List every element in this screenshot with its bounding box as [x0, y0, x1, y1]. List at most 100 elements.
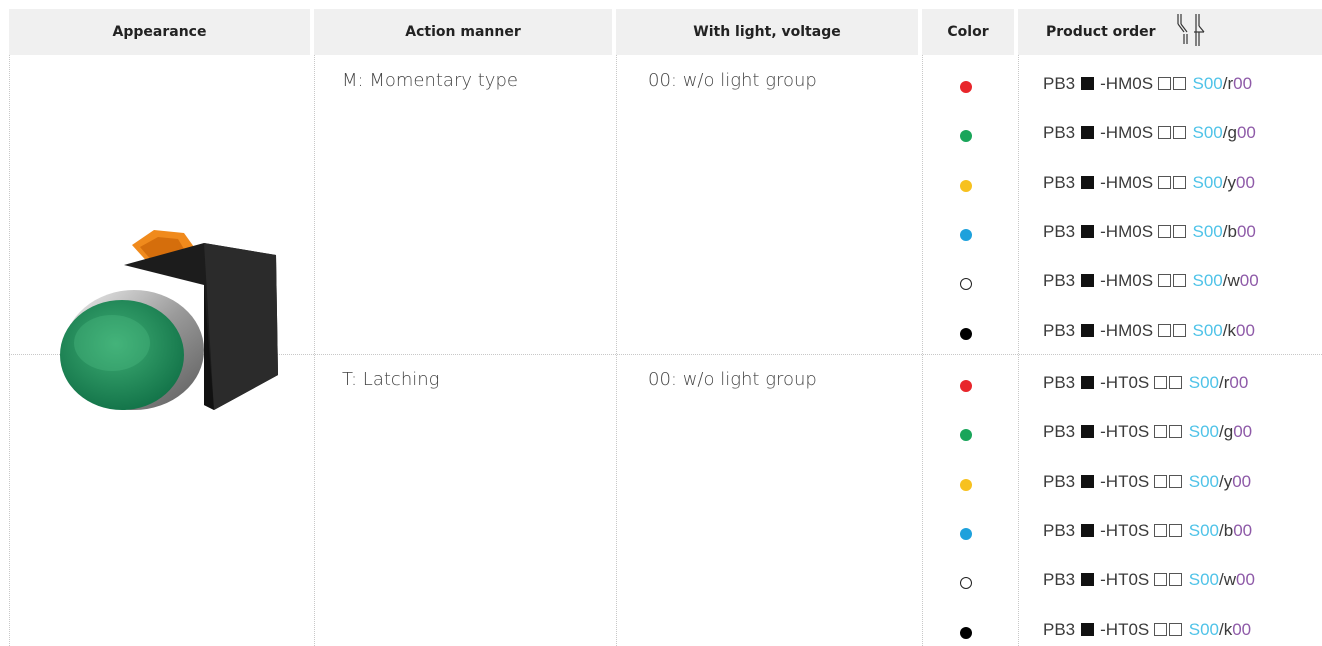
color-dot — [960, 327, 972, 340]
empty-box-icon — [1172, 175, 1186, 189]
code-part: PB3 — [1043, 221, 1076, 241]
code-part: S00 — [1192, 123, 1223, 143]
code-part: 00 — [1239, 271, 1259, 291]
product-table: Appearance Action manner With light, vol… — [0, 0, 1322, 646]
product-order-code: PB3 -HM0S S00/b00 — [1043, 222, 1256, 242]
code-part: S00 — [1192, 221, 1223, 241]
code-part: PB3 — [1043, 320, 1076, 340]
empty-box-icon — [1157, 323, 1171, 337]
code-part: PB3 — [1043, 123, 1076, 143]
product-order-code: PB3 -HM0S S00/k00 — [1043, 321, 1255, 341]
code-part: PB3 — [1043, 619, 1076, 639]
code-part: g — [1227, 123, 1237, 143]
code-part: S00 — [1188, 570, 1219, 590]
code-part: 00 — [1233, 422, 1253, 442]
empty-box-icon — [1172, 224, 1186, 238]
header-color-label: Color — [947, 24, 989, 40]
code-part: -HM0S — [1100, 172, 1154, 192]
code-part: PB3 — [1043, 570, 1076, 590]
filled-square-icon — [1081, 523, 1095, 537]
empty-box-icon — [1154, 474, 1167, 488]
filled-square-icon — [1081, 77, 1095, 90]
code-part: -HT0S — [1100, 422, 1150, 442]
code-part: S00 — [1188, 471, 1219, 491]
code-part: S00 — [1192, 172, 1223, 192]
empty-box-icon — [1169, 376, 1182, 389]
product-order-code: PB3 -HM0S S00/r00 — [1043, 74, 1252, 94]
color-dot — [960, 179, 972, 192]
header-order: Product order — [1018, 9, 1322, 55]
code-part: S00 — [1188, 422, 1219, 442]
code-part: b — [1227, 221, 1237, 241]
empty-box-icon — [1169, 425, 1182, 439]
empty-box-icon — [1154, 523, 1167, 537]
product-order-code: PB3 -HT0S S00/k00 — [1043, 620, 1251, 640]
code-part: -HT0S — [1100, 570, 1150, 590]
empty-box-icon — [1172, 274, 1186, 288]
code-part: 00 — [1236, 123, 1256, 143]
code-part: k — [1227, 320, 1237, 340]
code-part: PB3 — [1043, 520, 1076, 540]
divider — [9, 55, 10, 646]
code-part: 00 — [1229, 373, 1249, 392]
light-voltage-text: 00: w/o light group — [648, 70, 817, 91]
divider — [922, 55, 923, 646]
empty-box-icon — [1157, 77, 1171, 90]
divider — [314, 55, 315, 646]
code-part: S00 — [1192, 320, 1223, 340]
action-manner-text: M: Momentary type — [342, 70, 518, 91]
header-appearance: Appearance — [9, 9, 314, 55]
header-action-label: Action manner — [405, 24, 521, 40]
code-part: w — [1227, 271, 1240, 291]
code-part: y — [1227, 172, 1237, 192]
empty-box-icon — [1172, 77, 1186, 90]
code-part: w — [1223, 570, 1236, 590]
code-part: g — [1223, 422, 1234, 442]
code-part: -HM0S — [1100, 271, 1154, 291]
header-action: Action manner — [314, 9, 616, 55]
code-part: 00 — [1236, 320, 1255, 340]
header-order-label: Product order — [1046, 24, 1156, 40]
header-light-label: With light, voltage — [693, 24, 841, 40]
code-part: 00 — [1236, 172, 1255, 192]
code-part: PB3 — [1043, 74, 1076, 93]
code-part: b — [1223, 520, 1234, 540]
filled-square-icon — [1081, 376, 1095, 389]
code-part: -HM0S — [1100, 221, 1154, 241]
color-dot — [960, 380, 972, 392]
product-order-code: PB3 -HT0S S00/g00 — [1043, 422, 1252, 442]
empty-box-icon — [1169, 523, 1182, 537]
color-dot — [960, 478, 972, 491]
code-part: 00 — [1233, 74, 1253, 93]
code-part: 00 — [1236, 570, 1255, 590]
empty-box-icon — [1154, 425, 1167, 439]
product-order-code: PB3 -HT0S S00/b00 — [1043, 521, 1252, 541]
code-part: k — [1223, 619, 1233, 639]
code-part: S00 — [1188, 373, 1219, 392]
empty-box-icon — [1169, 622, 1182, 636]
filled-square-icon — [1081, 224, 1095, 238]
code-part: -HM0S — [1100, 74, 1154, 93]
code-part: PB3 — [1043, 471, 1076, 491]
empty-box-icon — [1169, 573, 1182, 587]
color-dot — [960, 278, 972, 291]
product-order-code: PB3 -HM0S S00/y00 — [1043, 173, 1255, 193]
code-part: PB3 — [1043, 271, 1076, 291]
light-voltage-text: 00: w/o light group — [648, 369, 817, 390]
filled-square-icon — [1081, 323, 1095, 337]
code-part: 00 — [1233, 520, 1253, 540]
code-part: -HT0S — [1100, 373, 1150, 392]
color-dot — [960, 626, 972, 639]
code-part: -HM0S — [1100, 320, 1154, 340]
action-manner-text: T: Latching — [342, 369, 440, 390]
code-part: -HT0S — [1100, 471, 1150, 491]
color-dot — [960, 577, 972, 590]
color-dot — [960, 527, 972, 540]
color-dot — [960, 228, 972, 241]
empty-box-icon — [1157, 126, 1171, 140]
header-light: With light, voltage — [616, 9, 922, 55]
product-order-code: PB3 -HT0S S00/r00 — [1043, 373, 1248, 393]
empty-box-icon — [1157, 175, 1171, 189]
code-part: 00 — [1232, 619, 1252, 639]
divider — [616, 55, 617, 646]
